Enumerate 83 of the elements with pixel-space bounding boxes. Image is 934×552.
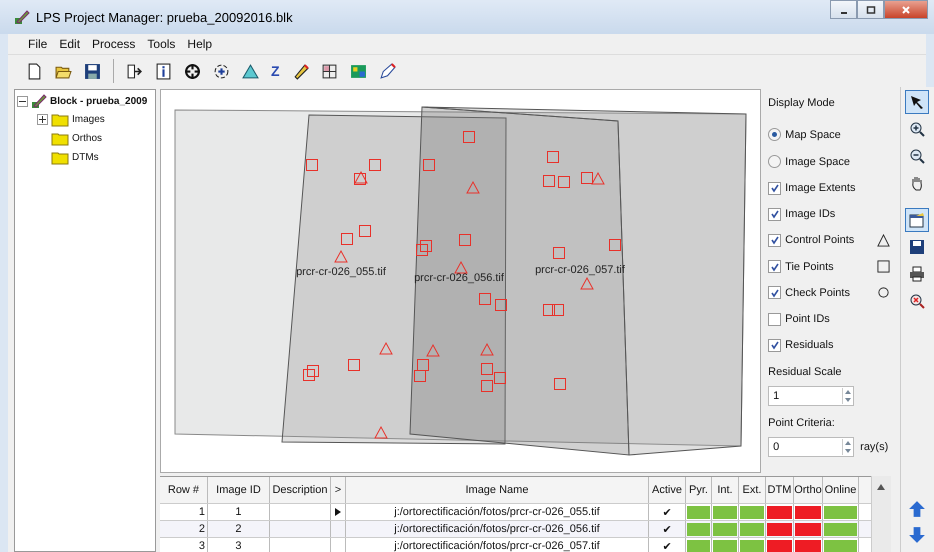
app-logo-icon — [14, 9, 30, 25]
folder-icon — [51, 132, 69, 146]
field-label: Point Criteria: — [768, 416, 836, 432]
move-up-icon[interactable] — [908, 500, 926, 518]
checkbox[interactable] — [768, 182, 782, 195]
checkbox[interactable] — [768, 234, 782, 247]
folder-icon — [51, 112, 69, 126]
radio-button[interactable] — [768, 128, 782, 141]
scroll-up-icon[interactable] — [877, 484, 886, 490]
point-criteria-spinbox[interactable]: 0 — [768, 436, 854, 457]
square-legend-icon — [876, 260, 890, 274]
zoom-clear-icon — [909, 293, 926, 309]
menu-item[interactable]: Help — [181, 37, 218, 51]
menu-item[interactable]: Edit — [53, 37, 86, 51]
checkbox-label: Tie Points — [785, 260, 835, 273]
new-file-icon[interactable] — [26, 62, 43, 80]
circle-legend-icon — [876, 286, 890, 300]
current-row-marker-icon — [334, 508, 341, 516]
radio-label: Image Space — [785, 156, 850, 168]
checkbox-label: Check Points — [785, 286, 851, 299]
tool-button[interactable] — [905, 90, 930, 114]
tree-item[interactable]: Orthos — [72, 133, 102, 144]
block-icon — [31, 93, 47, 109]
checkbox-label: Residuals — [785, 339, 834, 352]
checkbox-label: Image Extents — [785, 182, 856, 194]
checkbox[interactable] — [768, 338, 782, 352]
checkbox[interactable] — [768, 312, 782, 326]
close-button[interactable] — [884, 0, 928, 19]
section-heading: Display Mode — [768, 97, 836, 111]
printer-icon — [909, 266, 926, 282]
collapse-toggle[interactable] — [17, 96, 28, 106]
radio-label: Map Space — [785, 128, 841, 140]
menu-item[interactable]: File — [22, 37, 54, 51]
grid-icon[interactable] — [320, 62, 338, 80]
field-label: Residual Scale — [768, 365, 843, 380]
expand-toggle[interactable] — [37, 114, 48, 125]
checkbox-label: Image IDs — [785, 208, 836, 220]
tree-item[interactable]: Images — [72, 114, 105, 125]
table-cell: 3 — [208, 538, 270, 552]
tool-button[interactable] — [905, 208, 930, 232]
checkbox[interactable] — [768, 208, 782, 221]
save-icon[interactable] — [84, 62, 101, 80]
image-icon[interactable] — [350, 62, 367, 80]
vertical-scrollbar[interactable] — [870, 476, 891, 552]
maximize-icon — [866, 4, 876, 14]
table-cell: j:/ortorectificación/fotos/prcr-cr-026_057.tif — [346, 538, 649, 552]
unit-label: ray(s) — [860, 440, 888, 453]
tree-item[interactable]: Block - prueba_2009 — [50, 96, 148, 106]
properties-icon — [909, 212, 926, 228]
minimize-icon — [840, 12, 846, 14]
pointer-icon — [909, 94, 926, 110]
menu-item[interactable]: Tools — [141, 37, 182, 51]
checkbox-label: Point IDs — [785, 313, 831, 326]
export-icon[interactable] — [126, 62, 143, 80]
menu-item[interactable]: Process — [86, 37, 142, 51]
checkbox[interactable] — [768, 286, 782, 300]
pencil-icon[interactable] — [292, 62, 309, 80]
window-title: LPS Project Manager: prueba_20092016.blk — [36, 10, 293, 24]
folder-icon — [51, 150, 69, 164]
table-cell: ✔ — [648, 538, 686, 552]
save-icon — [909, 239, 926, 255]
crosshair-icon[interactable] — [184, 62, 201, 80]
zoom-out-icon — [909, 148, 926, 164]
rotate-plus-icon[interactable] — [213, 62, 230, 80]
image-id-label: prcr-cr-026_055.tif — [296, 266, 386, 278]
move-down-icon[interactable] — [908, 526, 926, 544]
zoom-in-icon — [909, 121, 926, 137]
close-icon — [901, 4, 911, 14]
checkbox-label: Control Points — [785, 234, 856, 246]
residual-scale-spinbox[interactable]: 1 — [768, 386, 854, 406]
z-tool-button[interactable]: Z — [271, 63, 280, 79]
checkbox[interactable] — [768, 260, 782, 274]
spin-arrows-icon[interactable] — [842, 388, 854, 404]
spin-arrows-icon[interactable] — [842, 438, 854, 455]
maximize-button[interactable] — [857, 0, 884, 19]
pencil-icon[interactable] — [378, 62, 396, 80]
minimize-button[interactable] — [830, 0, 857, 19]
tree-item[interactable]: DTMs — [72, 152, 99, 163]
radio-button[interactable] — [768, 155, 782, 168]
table-cell: 3 — [160, 538, 208, 552]
triangle-legend-icon — [876, 234, 890, 247]
triangle-icon[interactable] — [242, 62, 259, 80]
info-icon[interactable] — [155, 62, 172, 80]
